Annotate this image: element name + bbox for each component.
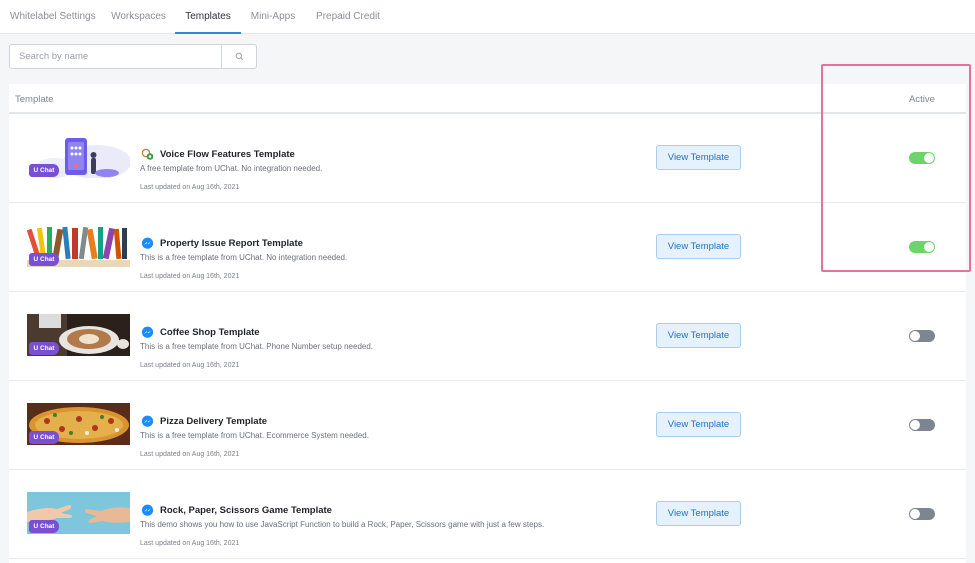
template-description: This demo shows you how to use JavaScrip…	[140, 520, 545, 529]
template-thumbnail: U Chat	[27, 136, 130, 178]
table-row: U Chat Voice Flow Features Template A fr…	[9, 114, 966, 203]
table-header: Template Active	[9, 84, 966, 114]
messenger-icon	[141, 504, 154, 516]
template-description: This is a free template from UChat. Ecom…	[140, 431, 369, 440]
toggle-knob	[910, 509, 920, 519]
toggle-knob	[910, 331, 920, 341]
template-updated: Last updated on Aug 16th, 2021	[140, 451, 240, 458]
active-toggle[interactable]	[909, 508, 935, 520]
template-title: Voice Flow Features Template	[160, 149, 295, 160]
uchat-badge: U Chat	[29, 520, 59, 533]
view-template-button[interactable]: View Template	[656, 501, 741, 526]
template-title: Rock, Paper, Scissors Game Template	[160, 505, 332, 516]
toggle-knob	[924, 242, 934, 252]
template-description: A free template from UChat. No integrati…	[140, 164, 323, 173]
table-row: U Chat Coffee Shop Template This is a fr…	[9, 292, 966, 381]
tab-templates[interactable]: Templates	[175, 0, 241, 34]
tab-workspaces[interactable]: Workspaces	[102, 0, 175, 34]
templates-table: Template Active U Chat Voice Flow Featur…	[9, 84, 966, 563]
messenger-icon	[141, 415, 154, 427]
search-bar	[9, 44, 257, 69]
templates-page: Whitelabel Settings Workspaces Templates…	[0, 0, 975, 563]
view-template-button[interactable]: View Template	[656, 145, 741, 170]
template-updated: Last updated on Aug 16th, 2021	[140, 273, 240, 280]
view-template-button[interactable]: View Template	[656, 412, 741, 437]
tab-whitelabel-settings[interactable]: Whitelabel Settings	[0, 0, 102, 34]
toggle-knob	[910, 420, 920, 430]
uchat-badge: U Chat	[29, 342, 59, 355]
uchat-badge: U Chat	[29, 431, 59, 444]
toggle-knob	[924, 153, 934, 163]
uchat-badge: U Chat	[29, 164, 59, 177]
view-template-button[interactable]: View Template	[656, 323, 741, 348]
search-button[interactable]	[221, 45, 256, 68]
template-thumbnail: U Chat	[27, 492, 130, 534]
template-updated: Last updated on Aug 16th, 2021	[140, 540, 240, 547]
settings-tabs: Whitelabel Settings Workspaces Templates…	[0, 0, 975, 34]
template-updated: Last updated on Aug 16th, 2021	[140, 362, 240, 369]
template-thumbnail: U Chat	[27, 314, 130, 356]
template-title: Pizza Delivery Template	[160, 416, 268, 427]
tab-mini-apps[interactable]: Mini-Apps	[241, 0, 305, 34]
active-toggle[interactable]	[909, 152, 935, 164]
template-description: This is a free template from UChat. No i…	[140, 253, 348, 262]
table-row: U Chat Rock, Paper, Scissors Game Templa…	[9, 470, 966, 559]
messenger-icon	[141, 237, 154, 249]
search-input[interactable]	[10, 45, 222, 68]
active-toggle[interactable]	[909, 419, 935, 431]
column-header-active: Active	[909, 94, 935, 105]
search-icon	[235, 52, 243, 61]
voice-flow-icon	[141, 148, 154, 160]
template-description: This is a free template from UChat. Phon…	[140, 342, 374, 351]
view-template-button[interactable]: View Template	[656, 234, 741, 259]
column-header-template: Template	[15, 94, 54, 105]
messenger-icon	[141, 326, 154, 338]
template-thumbnail: U Chat	[27, 403, 130, 445]
table-row: U Chat Pizza Delivery Template This is a…	[9, 381, 966, 470]
table-row: U Chat Property Issue Report Template Th…	[9, 203, 966, 292]
uchat-badge: U Chat	[29, 253, 59, 266]
template-title: Property Issue Report Template	[160, 238, 303, 249]
template-updated: Last updated on Aug 16th, 2021	[140, 184, 240, 191]
active-toggle[interactable]	[909, 330, 935, 342]
active-toggle[interactable]	[909, 241, 935, 253]
tab-prepaid-credit[interactable]: Prepaid Credit	[305, 0, 391, 34]
template-title: Coffee Shop Template	[160, 327, 260, 338]
template-thumbnail: U Chat	[27, 225, 130, 267]
